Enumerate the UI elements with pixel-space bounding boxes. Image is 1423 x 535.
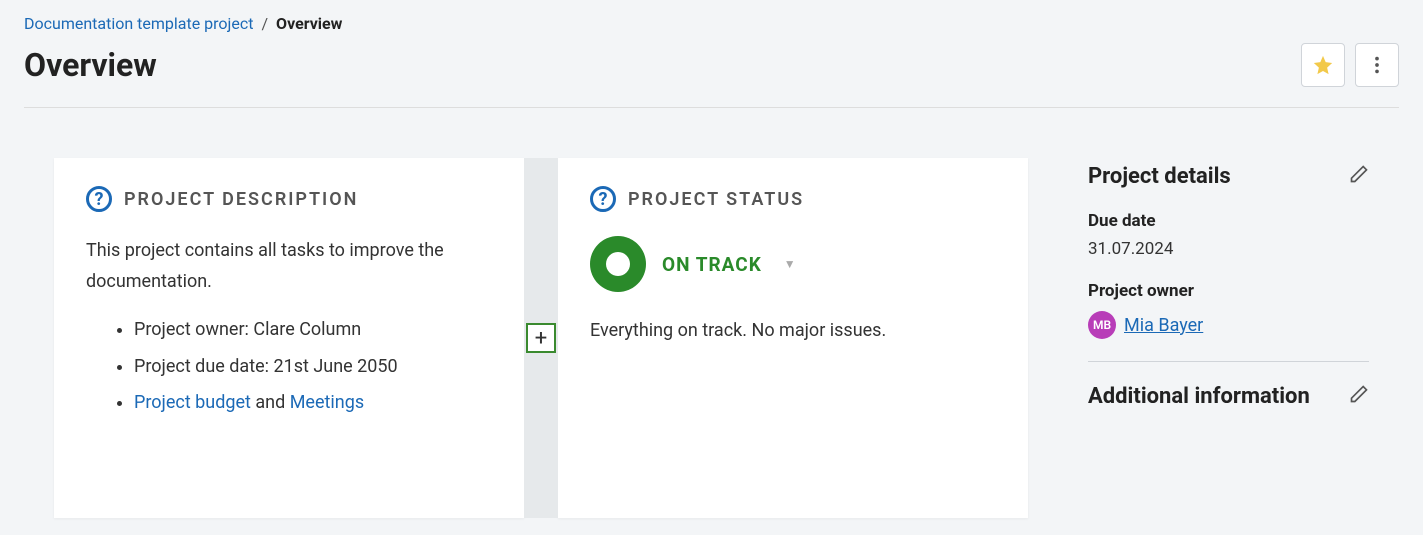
owner-label: Project owner:: [134, 319, 253, 340]
project-owner-row: MB Mia Bayer: [1088, 311, 1369, 339]
additional-info-title: Additional information: [1088, 384, 1310, 409]
status-label: ON TRACK: [662, 253, 762, 276]
description-list: Project owner: Clare Column Project due …: [86, 315, 492, 419]
help-icon[interactable]: ?: [86, 186, 112, 212]
due-date-value: 31.07.2024: [1088, 239, 1369, 259]
list-item: Project owner: Clare Column: [134, 315, 492, 346]
status-selector[interactable]: ON TRACK ▼: [590, 236, 996, 292]
project-owner-label: Project owner: [1088, 281, 1369, 301]
card-title: PROJECT STATUS: [628, 189, 804, 210]
edit-additional-button[interactable]: [1349, 384, 1369, 404]
more-menu-button[interactable]: [1355, 43, 1399, 87]
list-item: Project budget and Meetings: [134, 388, 492, 419]
plus-icon: +: [535, 326, 547, 351]
list-item: Project due date: 21st June 2050: [134, 352, 492, 383]
favorite-button[interactable]: [1301, 43, 1345, 87]
due-value: 21st June 2050: [273, 356, 397, 377]
owner-link[interactable]: Mia Bayer: [1124, 315, 1203, 336]
status-text: Everything on track. No major issues.: [590, 320, 996, 341]
due-label: Project due date:: [134, 356, 273, 377]
add-widget-button[interactable]: +: [526, 323, 556, 353]
avatar: MB: [1088, 311, 1116, 339]
additional-info-section: Additional information: [1088, 384, 1369, 431]
card-header: ? PROJECT STATUS: [590, 186, 996, 212]
breadcrumb-separator: /: [261, 14, 268, 33]
card-title: PROJECT DESCRIPTION: [124, 189, 358, 210]
details-head: Additional information: [1088, 384, 1369, 409]
kebab-icon: [1366, 54, 1388, 76]
chevron-down-icon: ▼: [784, 257, 796, 271]
header-actions: [1301, 43, 1399, 87]
meetings-link[interactable]: Meetings: [290, 392, 364, 413]
pencil-icon: [1349, 384, 1369, 404]
project-status-card: ? PROJECT STATUS ON TRACK ▼ Everything o…: [558, 158, 1028, 518]
breadcrumb-current: Overview: [276, 14, 342, 33]
page-header: Overview: [24, 43, 1399, 108]
project-details-section: Project details Due date 31.07.2024 Proj…: [1088, 164, 1369, 362]
pencil-icon: [1349, 164, 1369, 184]
due-date-label: Due date: [1088, 211, 1369, 231]
budget-link[interactable]: Project budget: [134, 392, 251, 413]
and-word: and: [251, 392, 290, 413]
details-title: Project details: [1088, 164, 1231, 189]
breadcrumb: Documentation template project / Overvie…: [24, 10, 1399, 37]
project-description-card: ? PROJECT DESCRIPTION This project conta…: [54, 158, 524, 518]
help-icon[interactable]: ?: [590, 186, 616, 212]
description-intro: This project contains all tasks to impro…: [86, 236, 492, 297]
widgets-column: ? PROJECT DESCRIPTION This project conta…: [54, 158, 1028, 518]
widget-gap: +: [524, 158, 558, 518]
edit-details-button[interactable]: [1349, 164, 1369, 184]
card-header: ? PROJECT DESCRIPTION: [86, 186, 492, 212]
content-row: ? PROJECT DESCRIPTION This project conta…: [24, 108, 1399, 518]
breadcrumb-parent-link[interactable]: Documentation template project: [24, 14, 253, 33]
star-icon: [1312, 54, 1334, 76]
status-indicator-icon: [590, 236, 646, 292]
owner-value: Clare Column: [253, 319, 361, 340]
details-column: Project details Due date 31.07.2024 Proj…: [1088, 158, 1369, 431]
page-title: Overview: [24, 46, 157, 84]
description-body: This project contains all tasks to impro…: [86, 236, 492, 419]
details-head: Project details: [1088, 164, 1369, 189]
